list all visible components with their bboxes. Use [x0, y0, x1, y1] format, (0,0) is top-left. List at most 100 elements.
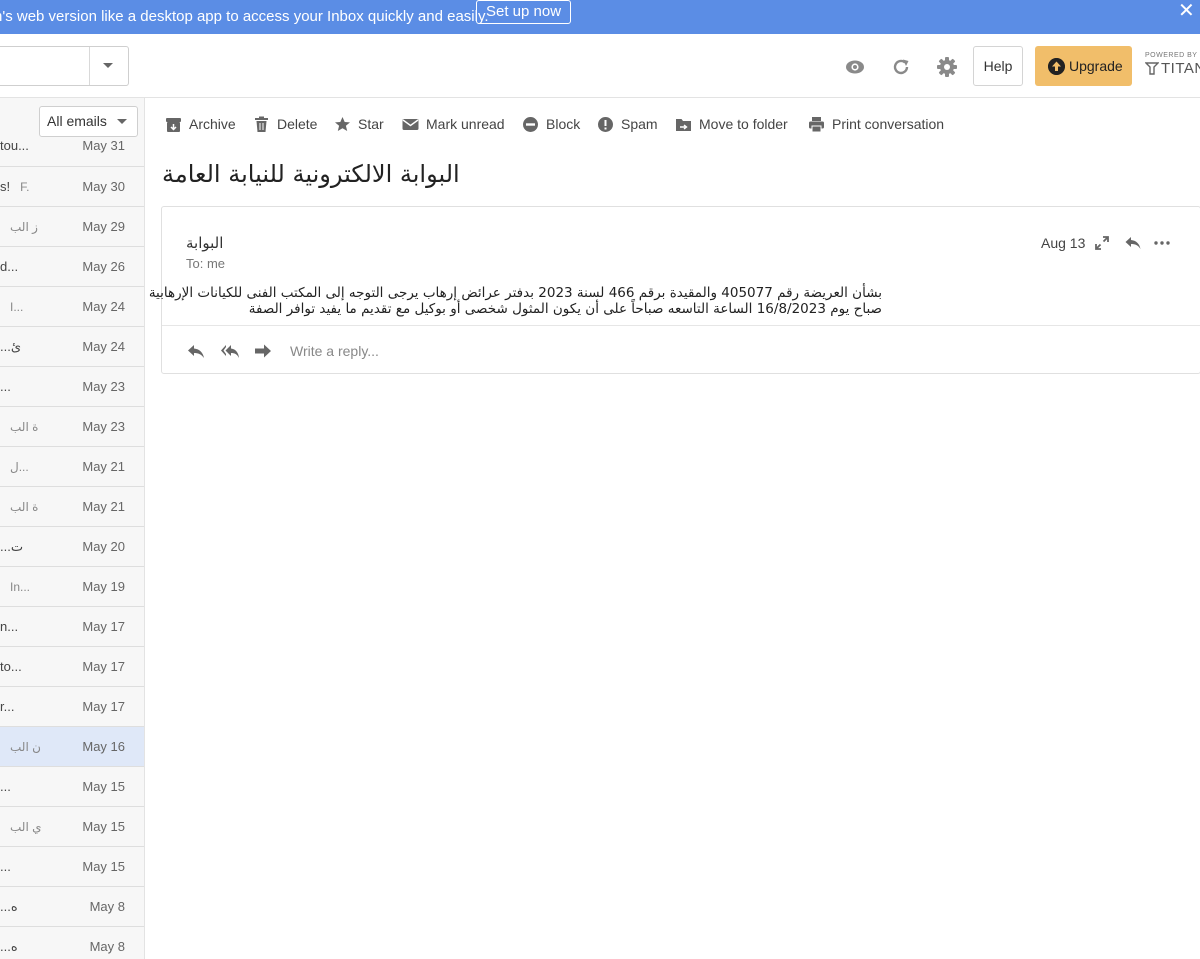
- email-snippet-text: ...ت: [0, 539, 24, 554]
- toolbar-label: Star: [358, 116, 384, 132]
- email-list-item[interactable]: I... May 24: [0, 286, 144, 326]
- email-list-item[interactable]: r... May 17: [0, 686, 144, 726]
- email-snippet-extra: ن الب: [10, 740, 41, 754]
- email-list-item[interactable]: ...ه May 8: [0, 886, 144, 926]
- setup-banner: n's web version like a desktop app to ac…: [0, 0, 1200, 34]
- reply-icon[interactable]: [186, 342, 206, 360]
- email-date: May 8: [89, 939, 125, 954]
- email-snippet: ...: [0, 859, 74, 874]
- titan-mark-icon: [1145, 62, 1159, 75]
- reply-icon[interactable]: [1124, 234, 1142, 252]
- arrow-up-icon: [1048, 58, 1065, 75]
- email-snippet: ي الب: [0, 819, 74, 834]
- email-list-item[interactable]: ي الب May 15: [0, 806, 144, 846]
- message-toolbar: Archive Delete Star Mark unread Block Sp…: [145, 98, 1200, 150]
- sender-name[interactable]: البوابة: [186, 234, 223, 252]
- email-snippet-text: to...: [0, 659, 22, 674]
- email-date: May 17: [82, 659, 125, 674]
- email-date: May 24: [82, 299, 125, 314]
- email-list-item[interactable]: ...ت May 20: [0, 526, 144, 566]
- email-snippet-extra: ز الب: [10, 220, 38, 234]
- email-snippet-extra: F.: [20, 180, 30, 194]
- email-list-item[interactable]: ... May 23: [0, 366, 144, 406]
- email-snippet: I...: [0, 299, 74, 314]
- upgrade-button[interactable]: Upgrade: [1035, 46, 1132, 86]
- email-date: May 8: [89, 899, 125, 914]
- email-date: May 21: [82, 459, 125, 474]
- help-button[interactable]: Help: [973, 46, 1023, 86]
- toolbar-label: Delete: [277, 116, 318, 132]
- email-list-item[interactable]: d... May 26: [0, 246, 144, 286]
- expand-icon[interactable]: [1093, 234, 1111, 252]
- email-list-item[interactable]: ل... May 21: [0, 446, 144, 486]
- email-snippet: ...: [0, 779, 74, 794]
- email-snippet: ة الب: [0, 419, 74, 434]
- email-list-item[interactable]: n... May 17: [0, 606, 144, 646]
- star-icon: [335, 117, 350, 131]
- email-snippet: s! F.: [0, 179, 74, 194]
- email-date: May 15: [82, 819, 125, 834]
- email-date: May 23: [82, 419, 125, 434]
- chevron-down-icon: [117, 119, 127, 124]
- email-snippet-text: tou...: [0, 138, 29, 153]
- email-snippet: d...: [0, 259, 74, 274]
- message-body-line: بشأن العريضة رقم 405077 والمقيدة برقم 46…: [148, 285, 882, 301]
- refresh-icon[interactable]: [890, 56, 912, 78]
- reply-input[interactable]: [290, 340, 890, 362]
- filter-value: All emails: [47, 113, 107, 129]
- toolbar-label: Archive: [189, 116, 236, 132]
- toolbar-label: Block: [546, 116, 581, 132]
- message-card: البوابة To: me Aug 13 بشأن العريضة رقم 4…: [148, 206, 1200, 374]
- more-options-icon[interactable]: [1153, 234, 1171, 252]
- eye-icon[interactable]: [844, 56, 866, 78]
- email-snippet-extra: ة الب: [10, 420, 39, 434]
- close-icon[interactable]: ✕: [1178, 1, 1195, 21]
- titan-brand: TITAN: [1161, 60, 1200, 77]
- email-snippet-extra: In...: [10, 580, 31, 594]
- email-snippet-text: n...: [0, 619, 19, 634]
- reply-all-icon[interactable]: [220, 342, 240, 360]
- email-snippet: ة الب: [0, 499, 74, 514]
- titan-logo: TITAN: [1145, 60, 1200, 77]
- email-list-item[interactable]: ة الب May 21: [0, 486, 144, 526]
- email-snippet-text: ...ه: [0, 899, 18, 914]
- email-list-item[interactable]: In... May 19: [0, 566, 144, 606]
- set-up-now-button[interactable]: Set up now: [476, 0, 572, 24]
- message-date: Aug 13: [1041, 235, 1086, 251]
- forward-icon[interactable]: [253, 342, 273, 360]
- email-list-item[interactable]: ... May 15: [0, 846, 144, 886]
- chevron-down-icon[interactable]: [103, 63, 113, 68]
- email-list: All emails tou... May 31 s! F. May 30 ز الب Ma…: [0, 98, 145, 959]
- email-snippet-text: ...: [0, 779, 11, 794]
- email-snippet-text: r...: [0, 699, 15, 714]
- email-list-item[interactable]: to... May 17: [0, 646, 144, 686]
- email-date: May 23: [82, 379, 125, 394]
- email-list-item[interactable]: ... May 15: [0, 766, 144, 806]
- settings-icon[interactable]: [936, 56, 958, 78]
- email-date: May 17: [82, 699, 125, 714]
- email-snippet: ل...: [0, 459, 74, 474]
- email-filter-select[interactable]: All emails: [39, 106, 138, 137]
- email-list-item[interactable]: ن الب May 16: [0, 726, 144, 766]
- email-snippet-extra: ل...: [10, 460, 29, 474]
- email-snippet: to...: [0, 659, 74, 674]
- email-snippet: tou...: [0, 138, 74, 153]
- email-snippet-text: s!: [0, 179, 11, 194]
- email-date: May 20: [82, 539, 125, 554]
- email-list-item[interactable]: ة الب May 23: [0, 406, 144, 446]
- email-date: May 31: [82, 138, 125, 153]
- email-date: May 21: [82, 499, 125, 514]
- email-snippet: r...: [0, 699, 74, 714]
- email-snippet: n...: [0, 619, 74, 634]
- email-list-item[interactable]: ...ه May 8: [0, 926, 144, 959]
- email-list-item[interactable]: ز الب May 29: [0, 206, 144, 246]
- email-date: May 17: [82, 619, 125, 634]
- email-snippet-extra: ة الب: [10, 500, 39, 514]
- email-list-item[interactable]: s! F. May 30: [0, 166, 144, 206]
- search-input[interactable]: [0, 46, 129, 86]
- email-list-item[interactable]: tou... May 31: [0, 138, 144, 166]
- email-snippet-text: d...: [0, 259, 19, 274]
- email-snippet: ن الب: [0, 739, 74, 754]
- email-date: May 30: [82, 179, 125, 194]
- email-list-item[interactable]: ...ئ May 24: [0, 326, 144, 366]
